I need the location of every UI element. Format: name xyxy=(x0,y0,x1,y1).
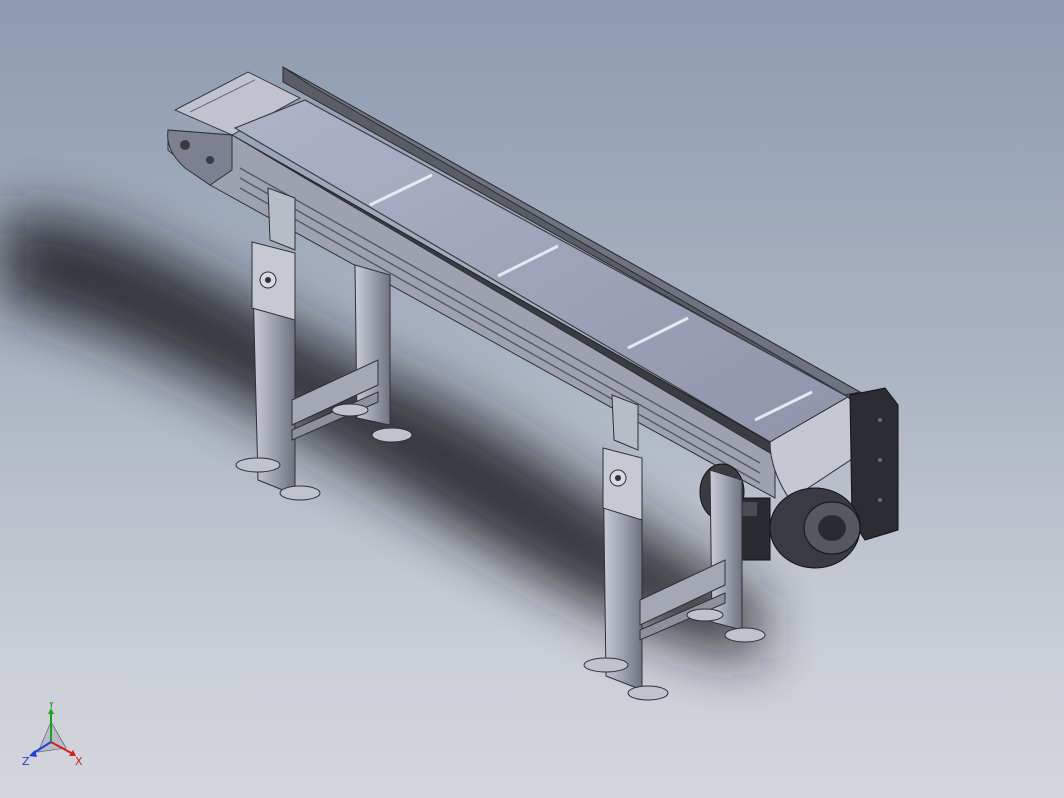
foot-plate xyxy=(583,657,629,673)
z-axis-label: Z xyxy=(22,755,30,768)
left-end-roller[interactable] xyxy=(167,129,233,186)
foot-plate xyxy=(627,685,669,701)
y-axis-label: Y xyxy=(47,702,55,711)
cad-viewport[interactable]: Y X Z xyxy=(0,0,1064,798)
foot-plate xyxy=(279,485,321,501)
foot-plate xyxy=(686,608,724,622)
left-roller-bolt xyxy=(180,140,190,150)
foot-plate xyxy=(331,403,369,417)
orientation-triad[interactable]: Y X Z xyxy=(18,702,88,772)
foot-plate xyxy=(371,427,413,443)
left-roller-bolt xyxy=(206,156,214,164)
conveyor-model-view[interactable] xyxy=(0,0,1064,798)
foot-plate xyxy=(235,457,281,473)
foot-plate xyxy=(724,627,766,643)
x-axis-label: X xyxy=(75,755,83,768)
